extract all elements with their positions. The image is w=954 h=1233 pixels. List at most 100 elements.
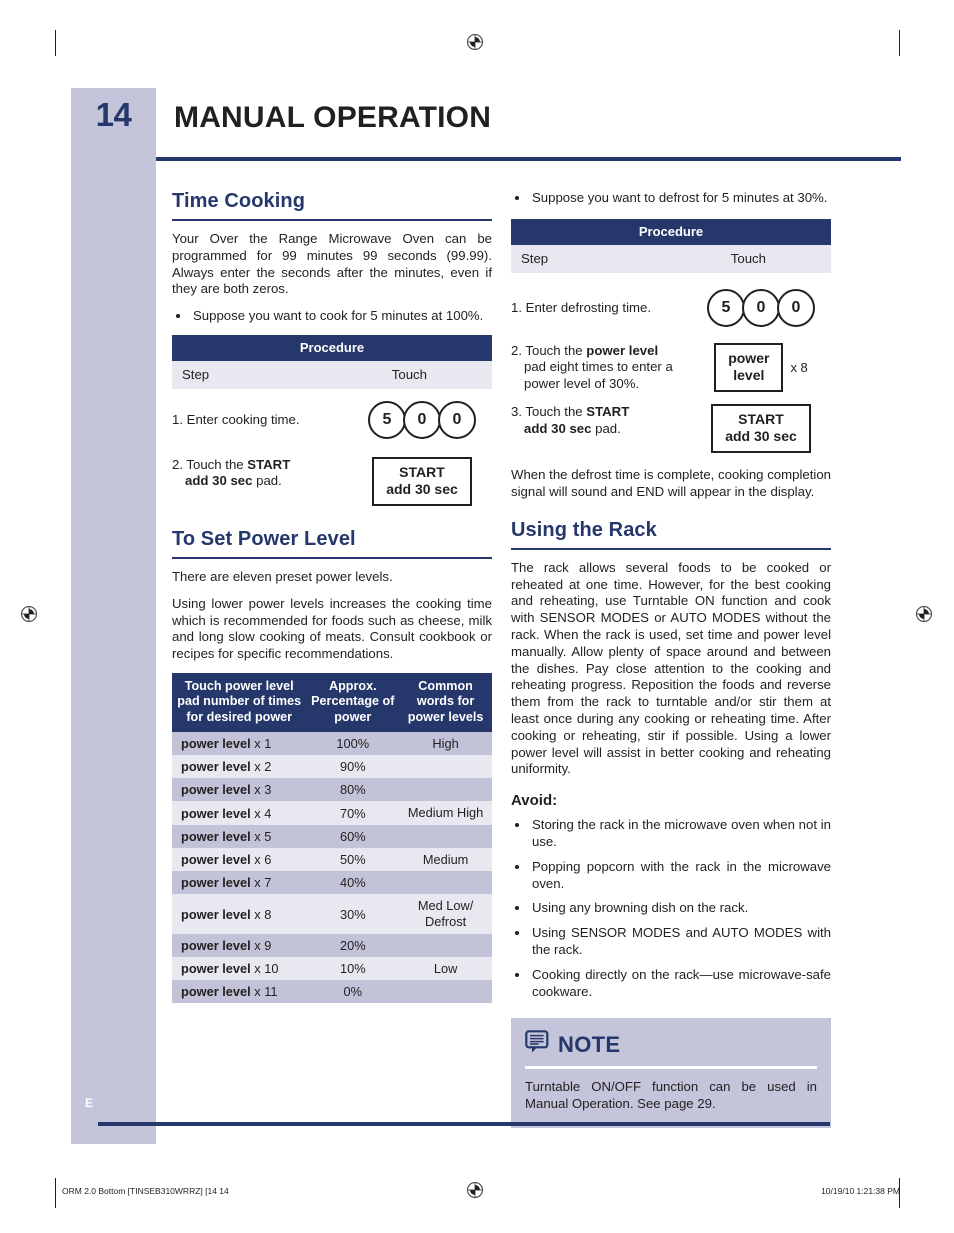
start-add-30-sec-pad[interactable]: START add 30 sec [711, 404, 811, 454]
note-document-icon [525, 1030, 551, 1059]
left-color-band [71, 88, 156, 1144]
table-row: 1. Enter defrosting time. 5 0 0 [511, 273, 831, 331]
table-row: power level x 11 0% [172, 980, 492, 1004]
masthead: 14 MANUAL OPERATION [71, 88, 901, 161]
cell-percent: 90% [306, 755, 400, 779]
pad-label-line1: power [728, 349, 770, 366]
list-item: Popping popcorn with the rack in the mic… [511, 859, 831, 893]
keypad-digit-key[interactable]: 5 [368, 400, 406, 439]
masthead-divider [156, 157, 901, 161]
using-the-rack-body: The rack allows several foods to be cook… [511, 559, 831, 777]
cell-pad-times: power level x 1 [172, 732, 307, 756]
pad-label-line2: add 30 sec [725, 428, 797, 445]
cell-pad-times: power level x 3 [172, 778, 307, 802]
touch-illustration: START add 30 sec [691, 404, 831, 454]
cell-percent: 50% [306, 848, 400, 872]
list-item: Suppose you want to defrost for 5 minute… [511, 190, 831, 207]
bullet-dot-icon [515, 972, 519, 977]
power-level-para-2: Using lower power levels increases the c… [172, 595, 492, 662]
right-column: Suppose you want to defrost for 5 minute… [511, 190, 831, 1129]
section-divider [172, 219, 492, 221]
note-header: NOTE [525, 1030, 817, 1059]
avoid-heading: Avoid: [511, 792, 558, 810]
cell-word [399, 755, 492, 779]
note-divider [525, 1066, 817, 1070]
bullet-dot-icon [515, 196, 519, 200]
bullet-dot-icon [515, 906, 519, 911]
column-header-touch: Touch [730, 250, 766, 266]
cell-word [399, 871, 492, 895]
cell-word: Medium High [399, 801, 492, 826]
registration-mark-bottom [465, 1180, 485, 1200]
avoid-list: Storing the rack in the microwave oven w… [511, 817, 831, 1000]
column-header-step: Step [182, 366, 210, 382]
power-level-table-body: power level x 1 100% High power level x … [172, 732, 492, 1004]
list-item-label: Using any browning dish on the rack. [532, 900, 749, 916]
step-bold-start: START [247, 456, 291, 472]
keypad-digit-key[interactable]: 0 [403, 400, 441, 439]
page-title: MANUAL OPERATION [174, 101, 492, 134]
procedure-subheader-row: Step Touch [172, 360, 492, 389]
page-side-marker: E [85, 1096, 94, 1110]
table-row: 1. Enter cooking time. 5 0 0 [172, 389, 492, 443]
registration-mark-top [465, 32, 485, 52]
table-header-row: Touch power level pad number of times fo… [172, 672, 492, 733]
section-heading-using-the-rack: Using the Rack [511, 518, 657, 541]
cell-percent: 20% [306, 934, 400, 958]
step-description: 3. Touch the START add 30 sec pad. [511, 404, 691, 437]
start-add-30-sec-pad[interactable]: START add 30 sec [372, 456, 472, 506]
bullet-dot-icon [176, 314, 180, 319]
cell-word: Low [399, 957, 492, 981]
power-level-pad[interactable]: power level [714, 342, 784, 392]
table-row: 3. Touch the START add 30 sec pad. START… [511, 392, 831, 454]
procedure-table-header: Procedure [172, 334, 492, 361]
cell-percent: 0% [306, 980, 400, 1004]
footer-tick-left [55, 1178, 56, 1208]
keypad-digit-key[interactable]: 0 [742, 288, 780, 327]
column-header-step: Step [521, 250, 549, 266]
step-bold-power-level: power level [586, 342, 659, 358]
step-bold-start: START [586, 404, 630, 420]
table-row: power level x 9 20% [172, 934, 492, 958]
step-suffix: pad eight times to enter a power level o… [524, 359, 673, 391]
touch-illustration: START add 30 sec [352, 456, 492, 506]
bottom-divider [98, 1122, 830, 1126]
cell-pad-times: power level x 5 [172, 825, 307, 849]
procedure-subheader-row: Step Touch [511, 244, 831, 273]
footer-left-text: ORM 2.0 Bottom [TINSEB310WRRZ] [14 14 [62, 1186, 229, 1196]
touch-illustration: power level x 8 [691, 342, 831, 392]
keypad-digit-key[interactable]: 0 [438, 400, 476, 439]
column-header-common-words: Common words for power levels [399, 672, 492, 733]
pad-label-line1: START [399, 463, 445, 480]
step-prefix: 2. Touch the [172, 456, 248, 472]
bullet-dot-icon [515, 864, 519, 869]
cell-pad-times: power level x 2 [172, 755, 307, 779]
cell-word [399, 825, 492, 849]
cell-pad-times: power level x 11 [172, 980, 307, 1004]
list-item: Suppose you want to cook for 5 minutes a… [172, 308, 492, 325]
cell-percent: 100% [306, 732, 400, 756]
note-title: NOTE [558, 1031, 621, 1057]
page-number: 14 [95, 96, 132, 133]
list-item: Using any browning dish on the rack. [511, 900, 831, 917]
keypad-digit-key[interactable]: 0 [777, 288, 815, 327]
step-description: 2. Touch the START add 30 sec pad. [172, 457, 352, 490]
table-row: power level x 5 60% [172, 825, 492, 849]
pad-label-line2: add 30 sec [386, 480, 458, 497]
manual-page: 14 MANUAL OPERATION Time Cooking Your Ov… [0, 0, 954, 1233]
touch-illustration: 5 0 0 [691, 288, 831, 327]
bullet-dot-icon [515, 823, 519, 828]
keypad-digit-key[interactable]: 5 [707, 288, 745, 327]
procedure-table-defrost: Procedure Step Touch 1. Enter defrosting… [511, 218, 831, 454]
step-prefix: 3. Touch the [511, 404, 587, 420]
pad-label-line1: START [738, 411, 784, 428]
column-header-touch-power: Touch power level pad number of times fo… [172, 672, 307, 733]
cell-percent: 30% [306, 894, 400, 935]
table-row: power level x 4 70% Medium High [172, 801, 492, 826]
table-row: 2. Touch the START add 30 sec pad. START… [172, 443, 492, 506]
cell-percent: 40% [306, 871, 400, 895]
procedure-table-time-cooking: Procedure Step Touch 1. Enter cooking ti… [172, 334, 492, 506]
bullet-dot-icon [515, 931, 519, 936]
time-cooking-intro: Your Over the Range Microwave Oven can b… [172, 231, 492, 297]
touch-illustration: 5 0 0 [352, 400, 492, 439]
